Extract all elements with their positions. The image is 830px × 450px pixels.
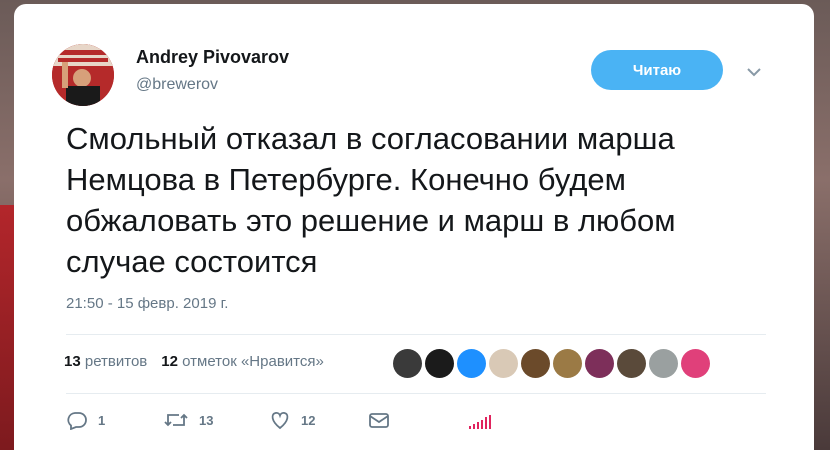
retweet-count: 13 xyxy=(199,412,214,428)
reply-action[interactable]: 1 xyxy=(66,410,105,430)
liker-avatar[interactable] xyxy=(585,349,614,378)
liker-avatar[interactable] xyxy=(425,349,454,378)
tweet-line: Немцова в Петербурге. Конечно будем xyxy=(66,162,626,197)
likes-label: отметок «Нравится» xyxy=(182,353,324,370)
envelope-icon xyxy=(369,413,389,428)
following-button[interactable]: Читаю xyxy=(591,50,723,90)
direct-message-action[interactable] xyxy=(368,410,390,430)
like-action[interactable]: 12 xyxy=(269,410,315,430)
reply-icon xyxy=(67,412,87,430)
tweet-stats: 13 ретвитов 12 отметок «Нравится» xyxy=(64,353,324,370)
retweets-label: ретвитов xyxy=(84,353,148,370)
liker-avatar[interactable] xyxy=(553,349,582,378)
likes-count: 12 xyxy=(161,353,178,370)
divider xyxy=(66,334,766,335)
author-handle[interactable]: @brewerov xyxy=(136,76,218,94)
like-count: 12 xyxy=(301,412,316,428)
retweets-stat[interactable]: 13 ретвитов xyxy=(64,353,147,370)
tweet-timestamp[interactable]: 21:50 - 15 февр. 2019 г. xyxy=(66,295,228,312)
tweet-analytics-action[interactable] xyxy=(469,415,493,429)
divider xyxy=(66,393,766,394)
author-avatar[interactable] xyxy=(52,44,114,106)
retweet-action[interactable]: 13 xyxy=(163,410,213,430)
liker-avatar[interactable] xyxy=(681,349,710,378)
tweet-text: Смольный отказал в согласовании марша Не… xyxy=(66,118,786,282)
tweet-line: Смольный отказал в согласовании марша xyxy=(66,121,675,156)
liker-avatar[interactable] xyxy=(649,349,678,378)
tweet-line: обжаловать это решение и марш в любом xyxy=(66,203,676,238)
liker-avatar[interactable] xyxy=(521,349,550,378)
likes-stat[interactable]: 12 отметок «Нравится» xyxy=(161,353,324,370)
liker-avatar[interactable] xyxy=(617,349,646,378)
reply-count: 1 xyxy=(98,412,106,428)
liker-avatar[interactable] xyxy=(393,349,422,378)
tweet-line: случае состоится xyxy=(66,244,318,279)
avatar-photo-icon xyxy=(52,44,114,106)
author-name[interactable]: Andrey Pivovarov xyxy=(136,47,289,68)
heart-icon xyxy=(271,412,289,430)
retweet-icon xyxy=(164,413,188,427)
liker-avatar[interactable] xyxy=(457,349,486,378)
retweets-count: 13 xyxy=(64,353,81,370)
liker-avatars xyxy=(393,349,710,378)
liker-avatar[interactable] xyxy=(489,349,518,378)
more-options-chevron-icon[interactable] xyxy=(744,64,764,80)
analytics-bars-icon xyxy=(469,415,491,429)
